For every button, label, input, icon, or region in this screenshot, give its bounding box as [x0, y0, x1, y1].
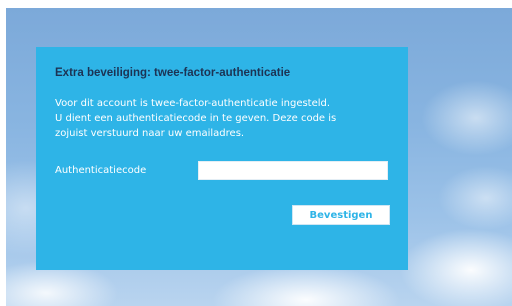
dialog-title: Extra beveiliging: twee-factor-authentic…: [55, 67, 291, 79]
confirm-button[interactable]: Bevestigen: [292, 205, 390, 225]
sky-background: Extra beveiliging: twee-factor-authentic…: [6, 8, 512, 306]
authentication-code-input[interactable]: [198, 161, 388, 180]
message-line: U dient een authenticatiecode in te geve…: [55, 113, 337, 124]
dialog-message: Voor dit account is twee-factor-authenti…: [55, 96, 400, 141]
two-factor-dialog: Extra beveiliging: twee-factor-authentic…: [36, 47, 408, 270]
message-line: zojuist verstuurd naar uw emailadres.: [55, 128, 245, 139]
authentication-code-label: Authenticatiecode: [55, 165, 147, 176]
message-line: Voor dit account is twee-factor-authenti…: [55, 98, 331, 109]
